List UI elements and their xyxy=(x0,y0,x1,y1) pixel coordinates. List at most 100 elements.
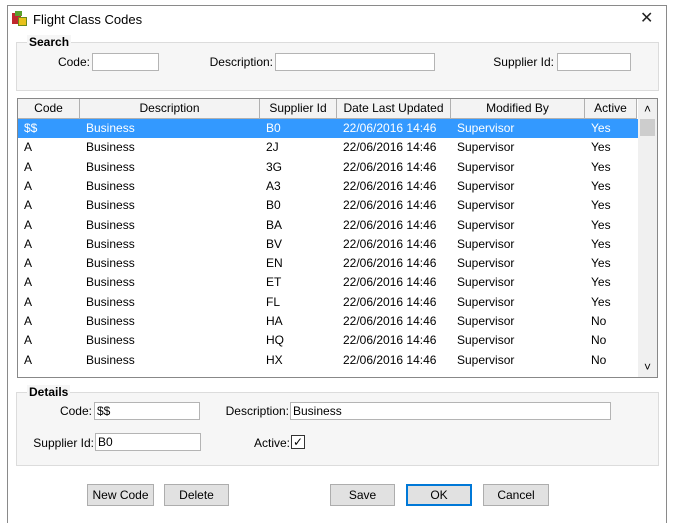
scrollbar-thumb[interactable] xyxy=(640,119,655,136)
column-header-modified-by[interactable]: Modified By xyxy=(451,99,585,119)
cell-code: A xyxy=(24,314,33,328)
cell-active: No xyxy=(591,352,607,367)
cell-supplier-id: HQ xyxy=(266,333,284,348)
cell-code: A xyxy=(24,275,33,290)
column-header-active[interactable]: Active xyxy=(585,99,637,119)
cell-modified-by: Supervisor xyxy=(457,178,515,193)
table-row[interactable]: A Business B0 22/06/2016 14:46 Supervisor Yes xyxy=(18,196,638,215)
cell-code: A xyxy=(24,140,33,155)
table-row[interactable]: A Business BV 22/06/2016 14:46 Supervisor Yes xyxy=(18,235,638,254)
cell-code: A xyxy=(24,217,33,232)
cell-supplier-id: HA xyxy=(266,314,283,328)
cell-date-last-updated: 22/06/2016 14:46 xyxy=(343,275,437,290)
table-row[interactable]: A Business A3 22/06/2016 14:46 Supervisor Yes xyxy=(18,177,638,196)
cell-description: Business xyxy=(86,159,135,174)
cell-code: A xyxy=(24,256,33,271)
search-supplier-label: Supplier Id: xyxy=(493,55,554,69)
cell-active: No xyxy=(591,333,607,348)
cell-date-last-updated: 22/06/2016 14:46 xyxy=(343,140,437,155)
ok-button[interactable]: OK xyxy=(406,484,472,506)
close-icon[interactable]: ✕ xyxy=(640,8,653,28)
cell-modified-by: Supervisor xyxy=(457,333,515,348)
table-row[interactable]: A Business EN 22/06/2016 14:46 Supervisor Yes xyxy=(18,254,638,273)
cell-active: Yes xyxy=(591,121,611,135)
cell-code: A xyxy=(24,352,33,367)
column-header-date-last-updated[interactable]: Date Last Updated xyxy=(337,99,451,119)
cell-code: $$ xyxy=(24,121,38,135)
cell-supplier-id: BA xyxy=(266,217,283,232)
search-description-input[interactable] xyxy=(275,53,435,71)
search-code-input[interactable] xyxy=(92,53,159,71)
cell-supplier-id: EN xyxy=(266,256,283,271)
cell-modified-by: Supervisor xyxy=(457,198,515,213)
table-row[interactable]: A Business FL 22/06/2016 14:46 Supervisor Yes xyxy=(18,293,638,312)
details-active-label: Active: xyxy=(253,436,290,450)
cell-modified-by: Supervisor xyxy=(457,217,515,232)
search-supplier-input[interactable] xyxy=(557,53,631,71)
details-supplier-label: Supplier Id: xyxy=(33,436,94,450)
cell-active: Yes xyxy=(591,178,611,193)
cell-active: Yes xyxy=(591,236,611,251)
cell-supplier-id: ET xyxy=(266,275,282,290)
cell-description: Business xyxy=(86,236,135,251)
cell-date-last-updated: 22/06/2016 14:46 xyxy=(343,217,437,232)
column-header-supplier-id[interactable]: Supplier Id xyxy=(260,99,337,119)
cell-description: Business xyxy=(86,217,135,232)
cell-active: Yes xyxy=(591,140,611,155)
details-code-label: Code: xyxy=(59,404,92,418)
table-row[interactable]: $$ Business B0 22/06/2016 14:46 Supervisor Ye… xyxy=(18,119,638,139)
scroll-up-icon[interactable]: ˄ xyxy=(638,99,657,118)
cell-description: Business xyxy=(86,294,135,309)
cell-modified-by: Supervisor xyxy=(457,352,515,367)
cell-supplier-id: 3G xyxy=(266,159,283,174)
cell-supplier-id: 2J xyxy=(266,140,279,155)
app-icon xyxy=(12,11,28,27)
cell-date-last-updated: 22/06/2016 14:46 xyxy=(343,352,437,367)
cell-supplier-id: FL xyxy=(266,294,281,309)
cell-description: Business xyxy=(86,333,135,348)
new-code-button[interactable]: New Code xyxy=(87,484,154,506)
cell-date-last-updated: 22/06/2016 14:46 xyxy=(343,314,437,328)
table-row[interactable]: A Business BA 22/06/2016 14:46 Supervisor Yes xyxy=(18,216,638,235)
cell-code: A xyxy=(24,294,33,309)
cell-date-last-updated: 22/06/2016 14:46 xyxy=(343,256,437,271)
cell-supplier-id: B0 xyxy=(266,198,281,213)
cell-modified-by: Supervisor xyxy=(457,121,515,135)
cell-supplier-id: A3 xyxy=(266,178,281,193)
cell-description: Business xyxy=(86,275,135,290)
table-row[interactable]: A Business HX 22/06/2016 14:46 Supervisor No xyxy=(18,351,638,370)
cell-date-last-updated: 22/06/2016 14:46 xyxy=(343,121,437,135)
cell-modified-by: Supervisor xyxy=(457,256,515,271)
cell-modified-by: Supervisor xyxy=(457,275,515,290)
details-code-input[interactable]: $$ xyxy=(94,402,200,420)
details-description-label: Description: xyxy=(225,404,289,418)
active-checkbox[interactable]: ✓ xyxy=(291,435,305,449)
details-supplier-input[interactable]: B0 xyxy=(95,433,201,451)
column-header-description[interactable]: Description xyxy=(80,99,260,119)
cell-date-last-updated: 22/06/2016 14:46 xyxy=(343,178,437,193)
table-row[interactable]: A Business HQ 22/06/2016 14:46 Supervisor No xyxy=(18,331,638,350)
cell-description: Business xyxy=(86,198,135,213)
scroll-down-icon[interactable]: ˅ xyxy=(638,358,657,377)
cell-active: Yes xyxy=(591,217,611,232)
cancel-button[interactable]: Cancel xyxy=(483,484,549,506)
window-title: Flight Class Codes xyxy=(33,12,143,27)
table-row[interactable]: A Business HA 22/06/2016 14:46 Supervisor No xyxy=(18,312,638,331)
cell-date-last-updated: 22/06/2016 14:46 xyxy=(343,198,437,213)
table-row[interactable]: A Business 2J 22/06/2016 14:46 Supervisor Yes xyxy=(18,138,638,157)
cell-date-last-updated: 22/06/2016 14:46 xyxy=(343,294,437,309)
details-description-input[interactable]: Business xyxy=(290,402,611,420)
search-code-label: Code: xyxy=(57,55,90,69)
cell-active: Yes xyxy=(591,256,611,271)
delete-button[interactable]: Delete xyxy=(164,484,229,506)
cell-code: A xyxy=(24,198,33,213)
table-row[interactable]: A Business 3G 22/06/2016 14:46 Supervisor Yes xyxy=(18,158,638,177)
vertical-scrollbar[interactable]: ˄ ˅ xyxy=(638,99,657,377)
cell-description: Business xyxy=(86,256,135,271)
cell-modified-by: Supervisor xyxy=(457,314,515,328)
table-row[interactable]: A Business ET 22/06/2016 14:46 Supervisor Yes xyxy=(18,273,638,292)
cell-active: Yes xyxy=(591,294,611,309)
details-group-title: Details xyxy=(27,385,71,399)
column-header-code[interactable]: Code xyxy=(18,99,80,119)
save-button[interactable]: Save xyxy=(330,484,395,506)
